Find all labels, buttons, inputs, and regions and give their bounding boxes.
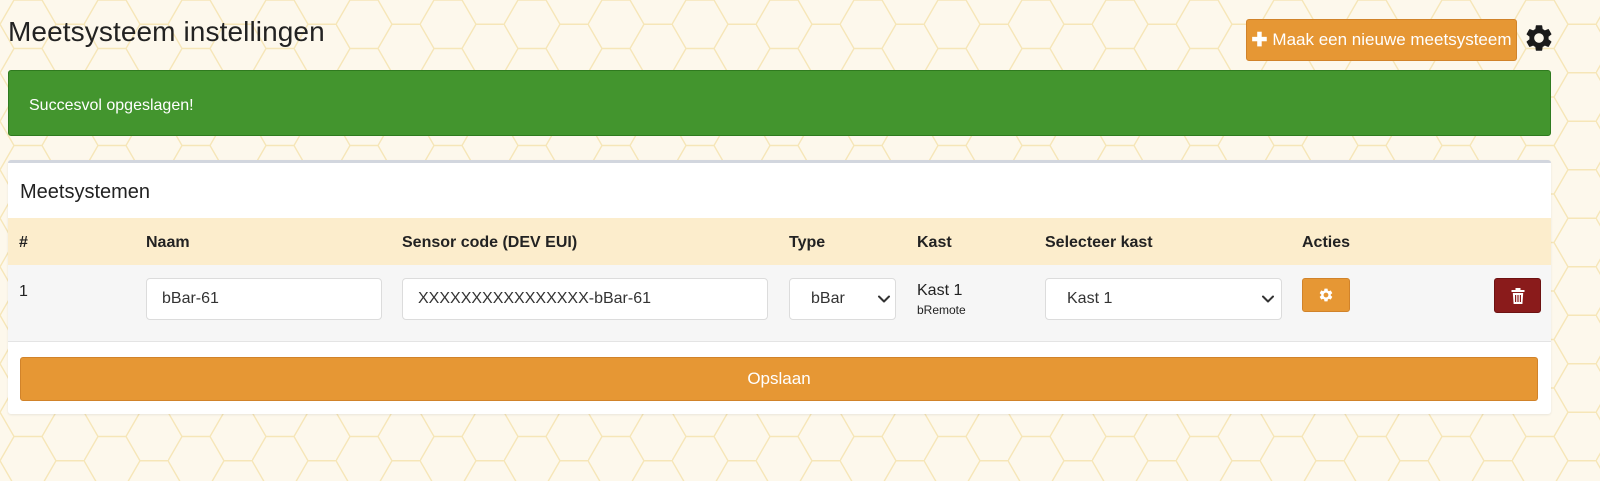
column-header-selecteer-kast: Selecteer kast <box>1045 234 1153 251</box>
meetsystemen-panel: Meetsystemen # Naam Sensor code (DEV EUI… <box>8 160 1551 414</box>
save-button-label: Opslaan <box>747 369 811 388</box>
column-header-number: # <box>19 234 28 251</box>
trash-icon <box>1511 287 1524 304</box>
row-delete-button[interactable] <box>1494 278 1541 313</box>
name-input[interactable] <box>146 278 382 320</box>
column-header-acties: Acties <box>1302 234 1351 251</box>
sensor-code-input[interactable] <box>402 278 768 320</box>
kast-select[interactable]: Kast 1 <box>1045 278 1282 320</box>
save-button[interactable]: Opslaan <box>20 357 1538 401</box>
table-header: # Naam Sensor code (DEV EUI) Type Kast S… <box>8 218 1551 265</box>
page-title: Meetsysteem instellingen <box>8 16 325 47</box>
kast-name: Kast 1 <box>917 282 963 299</box>
type-select-value: bBar <box>811 290 845 307</box>
chevron-down-icon <box>1262 295 1274 303</box>
gear-icon <box>1319 288 1333 302</box>
column-header-naam: Naam <box>146 234 190 251</box>
column-header-type: Type <box>789 234 826 251</box>
gear-icon[interactable] <box>1523 22 1555 54</box>
table-row: 1 bBar Kast 1 bRemote Kast 1 <box>8 265 1551 342</box>
panel-title: Meetsystemen <box>20 181 151 203</box>
row-number: 1 <box>19 283 28 300</box>
success-alert: Succesvol opgeslagen! <box>8 70 1551 136</box>
plus-icon: ✚ <box>1251 29 1268 51</box>
column-header-kast: Kast <box>917 234 952 251</box>
type-select[interactable]: bBar <box>789 278 896 320</box>
kast-select-value: Kast 1 <box>1067 290 1113 307</box>
column-header-sensor-code: Sensor code (DEV EUI) <box>402 234 578 251</box>
row-settings-button[interactable] <box>1302 278 1350 312</box>
new-meetsysteem-button[interactable]: ✚ Maak een nieuwe meetsysteem <box>1246 19 1517 61</box>
kast-subtitle: bRemote <box>917 303 966 317</box>
chevron-down-icon <box>878 295 890 303</box>
success-alert-message: Succesvol opgeslagen! <box>29 97 194 114</box>
new-meetsysteem-button-label: Maak een nieuwe meetsysteem <box>1272 30 1512 49</box>
